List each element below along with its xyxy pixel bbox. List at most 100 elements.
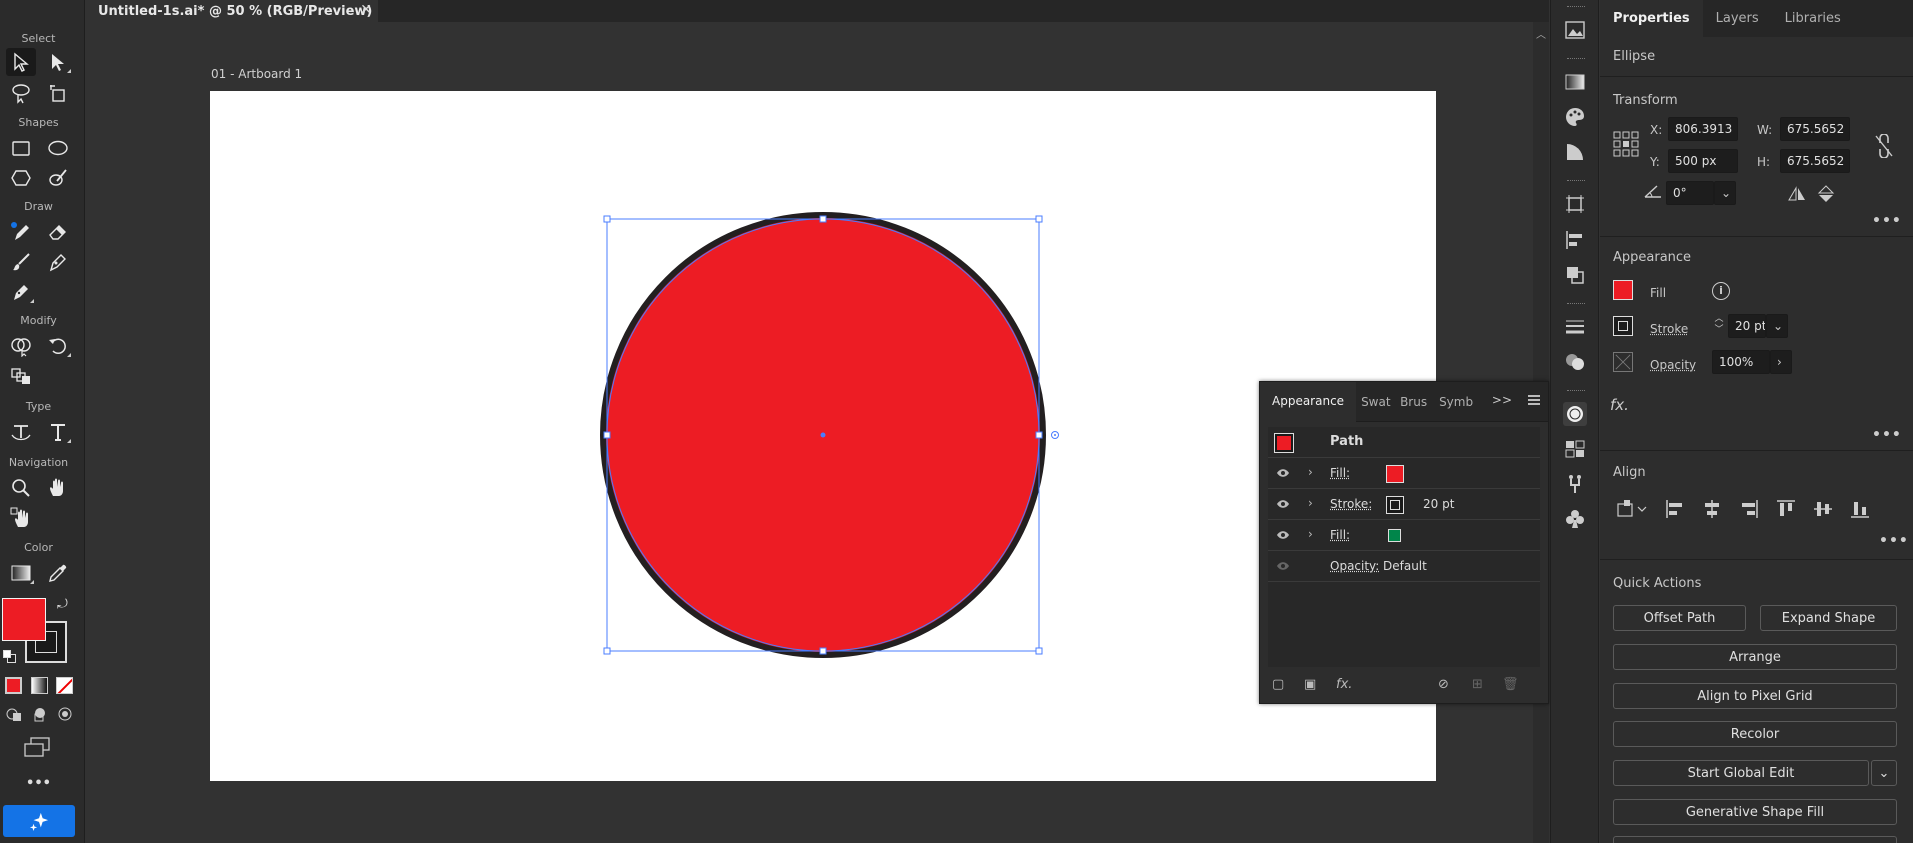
align-bottom-icon[interactable] <box>1849 498 1871 520</box>
more-tabs-button[interactable]: >> <box>1492 393 1512 407</box>
width-input[interactable]: 675.5652 px <box>1780 117 1850 141</box>
tab-appearance[interactable]: Appearance <box>1260 381 1357 422</box>
add-stroke-icon[interactable]: ▢ <box>1272 677 1284 692</box>
polygon-tool[interactable] <box>6 164 36 192</box>
appearance-stroke-row[interactable]: › Stroke: 20 pt <box>1268 489 1540 520</box>
stroke-weight-value[interactable]: 20 pt <box>1423 497 1454 511</box>
tab-libraries[interactable]: Libraries <box>1772 0 1854 37</box>
appearance-more-options[interactable]: ••• <box>1872 427 1902 443</box>
type-on-path-tool[interactable] <box>6 418 36 446</box>
fill-label[interactable]: Fill: <box>1330 528 1350 542</box>
rotate-tool[interactable] <box>43 332 73 360</box>
ellipse-tool[interactable] <box>43 134 73 162</box>
shaper-tool[interactable] <box>43 164 73 192</box>
default-colors-icon[interactable] <box>3 650 17 664</box>
close-icon[interactable]: ✕ <box>360 2 372 18</box>
recolor-button[interactable]: Recolor <box>1613 721 1897 747</box>
handle-middle-left[interactable] <box>603 431 611 439</box>
blob-brush-tool[interactable] <box>43 248 73 276</box>
align-left-icon[interactable] <box>1664 498 1686 520</box>
fill-label[interactable]: Fill: <box>1330 466 1350 480</box>
generative-shape-fill-button[interactable]: Generative Shape Fill <box>1613 799 1897 825</box>
handle-top-left[interactable] <box>603 215 611 223</box>
align-horizontal-center-icon[interactable] <box>1701 498 1723 520</box>
chevron-right-icon[interactable]: › <box>1308 496 1313 510</box>
clear-appearance-icon[interactable]: ⊘ <box>1438 677 1449 692</box>
trash-icon[interactable]: 🗑 <box>1502 677 1519 692</box>
transparency-panel-icon[interactable] <box>1563 350 1587 374</box>
offset-path-button[interactable]: Offset Path <box>1613 605 1746 631</box>
panel-menu-icon[interactable] <box>1528 395 1540 405</box>
stroke-swatch[interactable] <box>1613 316 1633 336</box>
stroke-weight-dropdown[interactable]: ⌄ <box>1766 314 1788 338</box>
info-icon[interactable]: i <box>1712 282 1730 300</box>
align-vertical-center-icon[interactable] <box>1812 498 1834 520</box>
draw-inside-icon[interactable] <box>56 705 74 723</box>
stroke-label[interactable]: Stroke <box>1650 322 1688 336</box>
align-to-pixel-grid-button[interactable]: Align to Pixel Grid <box>1613 683 1897 709</box>
generative-ai-button[interactable] <box>3 805 75 837</box>
lasso-tool[interactable] <box>6 79 36 107</box>
fx-button[interactable]: fx. <box>1610 396 1629 414</box>
y-position-input[interactable]: 500 px <box>1668 149 1738 173</box>
global-edit-options-dropdown[interactable]: ⌄ <box>1871 760 1897 786</box>
fx-button[interactable]: fx. <box>1336 677 1352 692</box>
align-to-dropdown[interactable] <box>1616 498 1650 520</box>
handle-top-center[interactable] <box>819 215 827 223</box>
artboards-panel-icon[interactable] <box>1563 192 1587 216</box>
handle-bottom-center[interactable] <box>819 647 827 655</box>
align-top-icon[interactable] <box>1775 498 1797 520</box>
eye-icon[interactable] <box>1276 499 1290 509</box>
draw-normal-icon[interactable] <box>5 705 23 723</box>
fill-color-swatch-2[interactable] <box>1386 527 1404 545</box>
arrange-button[interactable]: Arrange <box>1613 644 1897 670</box>
fill-swatch[interactable] <box>1613 280 1633 300</box>
image-panel-icon[interactable] <box>1563 18 1587 42</box>
artboard[interactable] <box>210 91 1436 781</box>
chevron-right-icon[interactable]: › <box>1308 527 1313 541</box>
print-tiling-tool[interactable] <box>6 504 36 532</box>
gradient-tool[interactable] <box>6 559 36 587</box>
symbols-panel-icon[interactable] <box>1563 507 1587 531</box>
stroke-weight-input[interactable]: 20 pt <box>1728 314 1766 338</box>
reference-point-icon[interactable] <box>1613 131 1639 157</box>
palette-icon[interactable] <box>1563 105 1587 129</box>
direct-selection-tool[interactable] <box>43 48 73 76</box>
tab-layers[interactable]: Layers <box>1703 0 1772 37</box>
swap-colors-icon[interactable]: ⤾ <box>57 597 68 612</box>
tab-symbols[interactable]: Symb <box>1434 382 1473 422</box>
hand-tool[interactable] <box>43 474 73 502</box>
chevron-right-icon[interactable]: › <box>1308 465 1313 479</box>
eye-icon[interactable] <box>1276 530 1290 540</box>
next-action-button[interactable] <box>1613 836 1897 843</box>
puppet-warp-icon[interactable] <box>1563 472 1587 496</box>
align-panel-icon[interactable] <box>1563 228 1587 252</box>
align-right-icon[interactable] <box>1738 498 1760 520</box>
opacity-input[interactable]: 100% <box>1712 350 1770 374</box>
opacity-expand-button[interactable]: › <box>1770 350 1792 374</box>
pen-tool[interactable] <box>6 278 36 306</box>
height-input[interactable]: 675.5652 px <box>1780 149 1850 173</box>
stroke-stepper[interactable]: ︿ ﹀ <box>1712 314 1726 338</box>
fill-color-swatch[interactable] <box>1386 465 1404 483</box>
gradient-panel-icon[interactable] <box>1563 70 1587 94</box>
rectangle-tool[interactable] <box>6 134 36 162</box>
none-mode-button[interactable] <box>56 677 73 694</box>
color-mode-button[interactable] <box>5 677 22 694</box>
handle-bottom-right[interactable] <box>1035 647 1043 655</box>
fill-swatch[interactable] <box>2 598 46 641</box>
appearance-fill-row[interactable]: › Fill: <box>1268 458 1540 489</box>
flip-vertical-icon[interactable] <box>1817 184 1835 204</box>
appearance-panel-icon[interactable] <box>1563 402 1587 426</box>
type-tool[interactable] <box>43 418 73 446</box>
transform-more-options[interactable]: ••• <box>1872 213 1902 229</box>
rotation-input[interactable]: 0° <box>1666 181 1714 205</box>
stroke-panel-icon[interactable] <box>1563 315 1587 339</box>
start-global-edit-button[interactable]: Start Global Edit <box>1613 760 1869 786</box>
eraser-tool[interactable] <box>43 218 73 246</box>
zoom-tool[interactable] <box>6 474 36 502</box>
fill-label[interactable]: Fill <box>1650 286 1666 300</box>
appearance-opacity-row[interactable]: Opacity: Default <box>1268 551 1540 582</box>
gradient-mode-button[interactable] <box>31 677 48 694</box>
add-fill-icon[interactable]: ▣ <box>1304 677 1316 692</box>
